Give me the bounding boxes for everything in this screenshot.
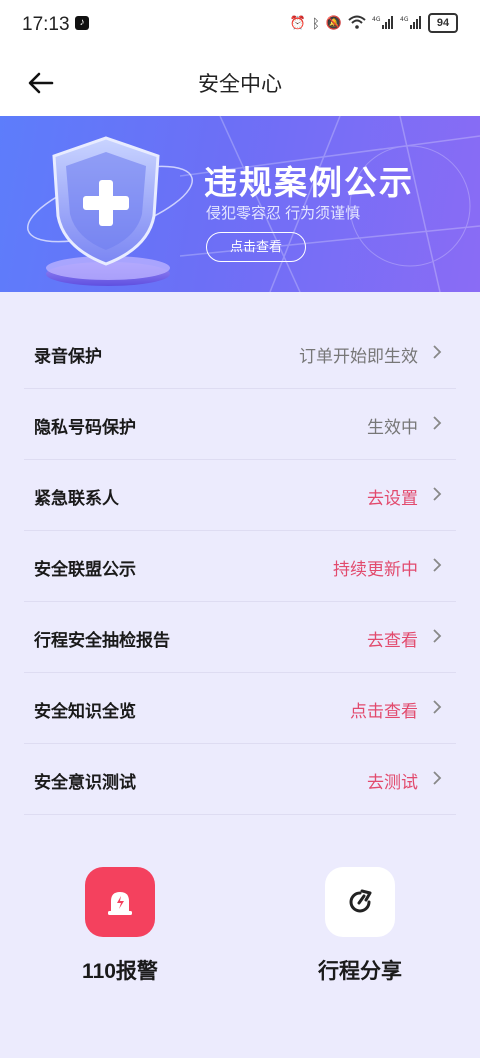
mute-icon: 🔕 — [325, 15, 342, 30]
list-item-value: 去测试 — [367, 773, 418, 792]
bluetooth-icon: ᛒ — [312, 15, 320, 31]
shield-plus-icon — [27, 136, 193, 286]
chevron-right-icon — [433, 416, 442, 430]
svg-text:4G: 4G — [372, 16, 381, 23]
list-item-value: 持续更新中 — [333, 560, 418, 579]
list-item-value: 订单开始即生效 — [299, 347, 418, 366]
signal-4g-icon: 4G — [400, 15, 422, 32]
list-item-safety-alliance[interactable]: 安全联盟公示 持续更新中 — [24, 531, 456, 602]
siren-icon[interactable] — [85, 867, 155, 937]
list-item-privacy-number[interactable]: 隐私号码保护 生效中 — [24, 389, 456, 460]
alarm-110-label: 110报警 — [82, 960, 158, 983]
status-icons: ⏰ ᛒ 🔕 4G 4G 94 — [290, 13, 458, 33]
trip-share-label: 行程分享 — [318, 960, 402, 983]
list-item-value: 点击查看 — [350, 702, 418, 721]
chevron-right-icon — [433, 487, 442, 501]
status-time: 17:13 — [22, 14, 70, 35]
list-item-label: 安全联盟公示 — [34, 560, 136, 579]
list-item-label: 安全知识全览 — [34, 702, 136, 721]
battery-icon: 94 — [428, 13, 458, 33]
list-item-value: 去设置 — [367, 489, 418, 508]
chevron-right-icon — [433, 629, 442, 643]
list-item-value: 生效中 — [367, 418, 418, 437]
banner-view-button[interactable]: 点击查看 — [206, 232, 306, 262]
page-title: 安全中心 — [198, 73, 282, 96]
trip-share-button[interactable]: 行程分享 — [290, 867, 430, 985]
chevron-right-icon — [433, 700, 442, 714]
list-item-safety-knowledge[interactable]: 安全知识全览 点击查看 — [24, 673, 456, 744]
chevron-right-icon — [433, 558, 442, 572]
chevron-right-icon — [433, 345, 442, 359]
status-bar: 17:13 ♪ ⏰ ᛒ 🔕 4G 4G 94 — [0, 0, 480, 50]
tiktok-icon: ♪ — [75, 16, 89, 30]
violation-cases-banner[interactable]: 违规案例公示 侵犯零容忍 行为须谨慎 点击查看 — [0, 116, 480, 292]
alarm-icon: ⏰ — [289, 15, 306, 30]
chevron-right-icon — [433, 771, 442, 785]
safety-settings-list: 录音保护 订单开始即生效 隐私号码保护 生效中 紧急联系人 去设置 安全联盟公示… — [24, 318, 456, 815]
list-item-recording-protection[interactable]: 录音保护 订单开始即生效 — [24, 318, 456, 389]
list-item-label: 录音保护 — [34, 347, 102, 366]
list-item-label: 隐私号码保护 — [34, 418, 136, 437]
banner-subtitle: 侵犯零容忍 行为须谨慎 — [206, 205, 361, 222]
wifi-icon — [348, 15, 366, 32]
list-item-label: 行程安全抽检报告 — [34, 631, 170, 650]
signal-4g-icon: 4G — [372, 15, 394, 32]
svg-text:4G: 4G — [400, 16, 409, 23]
list-item-trip-inspection-report[interactable]: 行程安全抽检报告 去查看 — [24, 602, 456, 673]
list-item-label: 紧急联系人 — [34, 489, 119, 508]
alarm-110-button[interactable]: 110报警 — [50, 867, 190, 985]
list-item-value: 去查看 — [367, 631, 418, 650]
share-trip-icon[interactable] — [325, 867, 395, 937]
list-item-safety-test[interactable]: 安全意识测试 去测试 — [24, 744, 456, 815]
app-header: 安全中心 — [0, 50, 480, 116]
list-item-label: 安全意识测试 — [34, 773, 136, 792]
list-item-emergency-contact[interactable]: 紧急联系人 去设置 — [24, 460, 456, 531]
banner-title: 违规案例公示 — [204, 164, 414, 201]
